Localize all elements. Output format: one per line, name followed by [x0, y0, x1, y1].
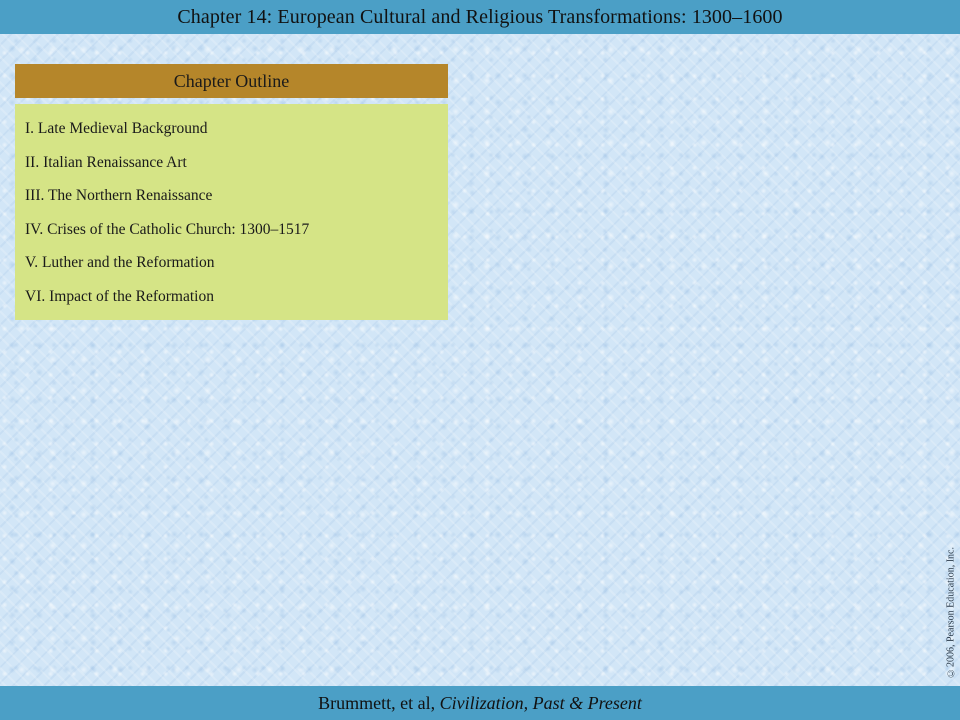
outline-heading-label: Chapter Outline	[173, 70, 290, 91]
outline-item-3: III. The Northern Renaissance	[25, 187, 213, 205]
footer-bar: Brummett, et al, Civilization, Past & Pr…	[0, 686, 960, 720]
outline-item-4: IV. Crises of the Catholic Church: 1300–…	[25, 220, 310, 238]
outline-item-1: I. Late Medieval Background	[25, 120, 208, 137]
outline-box: I. Late Medieval Background II. Italian …	[15, 104, 448, 320]
footer-citation: Brummett, et al, Civilization, Past & Pr…	[318, 693, 642, 714]
footer-author: Brummett, et al,	[318, 692, 440, 713]
footer-book-title: Civilization, Past & Present	[439, 692, 642, 713]
outline-item-2: II. Italian Renaissance Art	[25, 153, 187, 171]
slide-title: Chapter 14: European Cultural and Religi…	[177, 5, 783, 28]
outline-item-5: V. Luther and the Reformation	[25, 254, 215, 272]
copyright-notice: ©2006, Pearson Education, Inc.	[945, 547, 957, 679]
outline-list: I. Late Medieval Background II. Italian …	[25, 118, 438, 320]
outline-item-6: VI. Impact of the Reformation	[25, 287, 214, 305]
outline-heading: Chapter Outline	[15, 64, 448, 98]
header-bar: Chapter 14: European Cultural and Religi…	[0, 0, 960, 34]
